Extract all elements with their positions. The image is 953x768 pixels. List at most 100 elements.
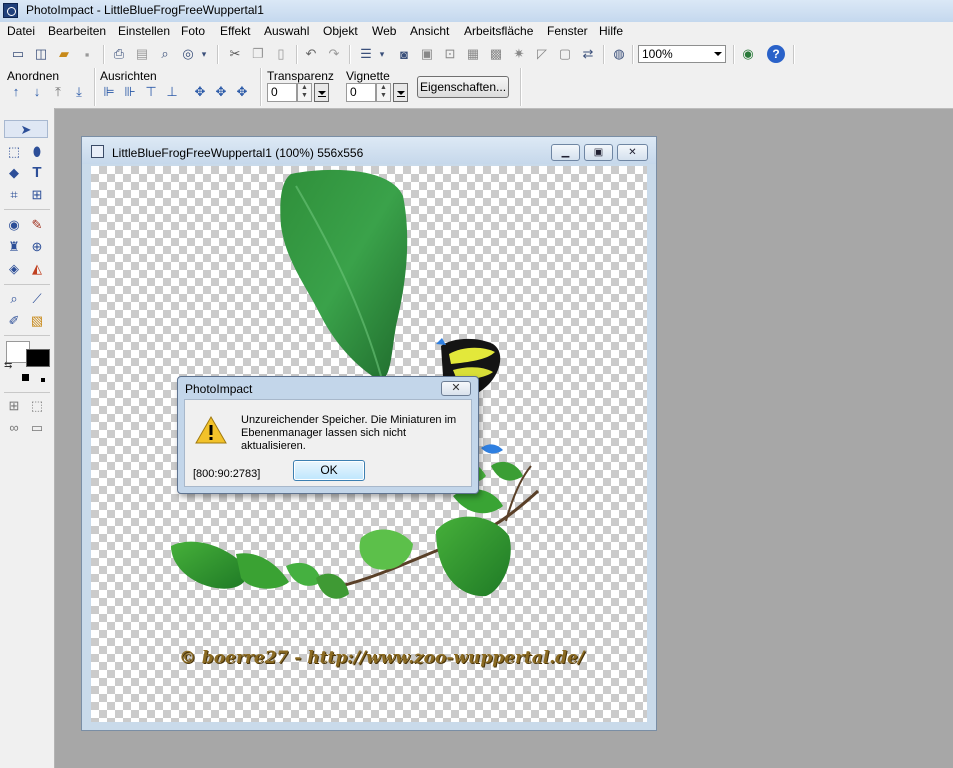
- spin-arrows-icon[interactable]: ▲ ▼: [297, 83, 312, 102]
- menu-web[interactable]: Web: [372, 24, 396, 38]
- transparency-spinner[interactable]: 0 ▲ ▼: [267, 83, 329, 102]
- help-icon[interactable]: ?: [767, 45, 785, 63]
- pick-tool-icon[interactable]: ➤: [4, 120, 48, 138]
- minimize-button[interactable]: ▁: [551, 144, 580, 161]
- frame-icon[interactable]: ▩: [487, 45, 505, 63]
- close-button[interactable]: ✕: [617, 144, 648, 161]
- error-code: [800:90:2783]: [193, 468, 261, 480]
- grid-icon[interactable]: ⊞: [5, 397, 23, 415]
- swap-colors-icon[interactable]: ⇆: [4, 360, 12, 371]
- redeye-tool-icon[interactable]: ◉: [5, 216, 23, 234]
- clone-tool-icon[interactable]: ⊕: [28, 238, 46, 256]
- copy-icon[interactable]: ❐: [249, 45, 267, 63]
- transparency-slider-button[interactable]: [314, 83, 329, 102]
- align-bottom-icon[interactable]: ⊥: [165, 84, 179, 100]
- align-right-icon[interactable]: ⊪: [123, 84, 137, 100]
- bring-to-front-icon[interactable]: ⤒: [51, 84, 65, 100]
- pen-tool-icon[interactable]: ✐: [5, 312, 23, 330]
- web-globe-icon[interactable]: ◉: [739, 45, 757, 63]
- center-horizontal-icon[interactable]: ✥: [193, 84, 207, 100]
- fill-tool-icon[interactable]: ◭: [28, 260, 46, 278]
- align-left-icon[interactable]: ⊫: [102, 84, 116, 100]
- photoimpact-app-icon[interactable]: [3, 3, 18, 18]
- toolbar-separator: [349, 45, 351, 64]
- cut-icon[interactable]: ✂: [226, 45, 244, 63]
- eraser-tool-icon[interactable]: ◈: [5, 260, 23, 278]
- transparency-field[interactable]: 0: [267, 83, 297, 102]
- menu-effekt[interactable]: Effekt: [220, 24, 250, 38]
- zoom-page-icon[interactable]: ⌕: [156, 45, 174, 63]
- scan-icon[interactable]: ◎: [179, 45, 197, 63]
- send-backward-icon[interactable]: ↓: [30, 84, 44, 100]
- zoom-select[interactable]: 100%: [638, 45, 726, 63]
- export-icon[interactable]: ⇄: [579, 45, 597, 63]
- menu-bearbeiten[interactable]: Bearbeiten: [48, 24, 106, 38]
- center-vertical-icon[interactable]: ✥: [214, 84, 228, 100]
- restore-button[interactable]: ▣: [584, 144, 613, 161]
- menu-ansicht[interactable]: Ansicht: [410, 24, 449, 38]
- paintbrush-tool-icon[interactable]: ✎: [28, 216, 46, 234]
- menu-auswahl[interactable]: Auswahl: [264, 24, 309, 38]
- transform-tool-icon[interactable]: ⊞: [28, 186, 46, 204]
- menu-arbeitsflaeche[interactable]: Arbeitsfläche: [464, 24, 533, 38]
- camera-icon[interactable]: ◙: [395, 45, 413, 63]
- menu-datei[interactable]: Datei: [7, 24, 35, 38]
- spin-arrows-icon[interactable]: ▲ ▼: [376, 83, 391, 102]
- new-file-icon[interactable]: ▭: [9, 45, 27, 63]
- open-folder-icon[interactable]: ▰: [55, 45, 73, 63]
- mode-dropdown-icon[interactable]: ▾: [377, 45, 387, 63]
- vignette-slider-button[interactable]: [393, 83, 408, 102]
- guides-icon[interactable]: ⬚: [28, 397, 46, 415]
- crop-tool-icon[interactable]: ⌗: [5, 186, 23, 204]
- zoom-tool-icon[interactable]: ⌕: [5, 290, 23, 308]
- eyedropper-tool-icon[interactable]: ⟋: [28, 290, 46, 308]
- save-icon[interactable]: ▪: [78, 45, 96, 63]
- crop-image-icon[interactable]: ⊡: [441, 45, 459, 63]
- document-icon[interactable]: [91, 145, 104, 158]
- print-preview-icon[interactable]: ▤: [133, 45, 151, 63]
- ok-button[interactable]: OK: [293, 460, 365, 481]
- menu-objekt[interactable]: Objekt: [323, 24, 358, 38]
- vignette-field[interactable]: 0: [346, 83, 376, 102]
- align-top-icon[interactable]: ⊤: [144, 84, 158, 100]
- light-icon[interactable]: ✷: [510, 45, 528, 63]
- document-title-bar[interactable]: LittleBlueFrogFreeWuppertal1 (100%) 556x…: [82, 137, 656, 164]
- menu-einstellen[interactable]: Einstellen: [118, 24, 170, 38]
- selection-tool-icon[interactable]: ⬚: [5, 143, 23, 161]
- mode-icon[interactable]: ☰: [357, 45, 375, 63]
- background-color-swatch[interactable]: [26, 349, 50, 367]
- bring-forward-icon[interactable]: ↑: [9, 84, 23, 100]
- shape-icon[interactable]: ◸: [533, 45, 551, 63]
- default-colors-icon[interactable]: [22, 374, 29, 381]
- menu-fenster[interactable]: Fenster: [547, 24, 588, 38]
- center-both-icon[interactable]: ✥: [235, 84, 249, 100]
- lasso-tool-icon[interactable]: ⬮: [28, 143, 46, 161]
- print-icon[interactable]: ⎙: [110, 45, 128, 63]
- dialog-close-button[interactable]: ✕: [441, 381, 471, 396]
- text-tool-icon[interactable]: T: [28, 164, 46, 182]
- undo-icon[interactable]: ↶: [302, 45, 320, 63]
- stamp-tool-icon[interactable]: ♜: [5, 238, 23, 256]
- properties-button[interactable]: Eigenschaften...: [417, 76, 509, 98]
- shape-tool-icon[interactable]: ◆: [5, 164, 23, 182]
- watermark-text: © boerre27 - http://www.zoo-wuppertal.de…: [179, 648, 585, 668]
- mask-icon[interactable]: ∞: [5, 419, 23, 437]
- layer-icon[interactable]: ▦: [464, 45, 482, 63]
- vignette-spinner[interactable]: 0 ▲ ▼: [346, 83, 408, 102]
- paste-icon[interactable]: ▯: [272, 45, 290, 63]
- browser-preview-icon[interactable]: ◍: [610, 45, 628, 63]
- send-to-back-icon[interactable]: ⤓: [72, 84, 86, 100]
- menu-hilfe[interactable]: Hilfe: [599, 24, 623, 38]
- scan-dropdown-icon[interactable]: ▾: [199, 45, 209, 63]
- image-icon[interactable]: ▣: [418, 45, 436, 63]
- ruler-icon[interactable]: ▭: [28, 419, 46, 437]
- new-from-template-icon[interactable]: ◫: [32, 45, 50, 63]
- vignette-label: Vignette: [346, 69, 390, 83]
- redo-icon[interactable]: ↷: [325, 45, 343, 63]
- shadow-icon[interactable]: ▢: [556, 45, 574, 63]
- dialog-message: Unzureichender Speicher. Die Miniaturen …: [241, 414, 457, 452]
- path-edit-tool-icon[interactable]: ▧: [28, 312, 46, 330]
- dialog-title: PhotoImpact: [185, 382, 253, 396]
- arrange-label: Anordnen: [7, 69, 60, 83]
- menu-foto[interactable]: Foto: [181, 24, 205, 38]
